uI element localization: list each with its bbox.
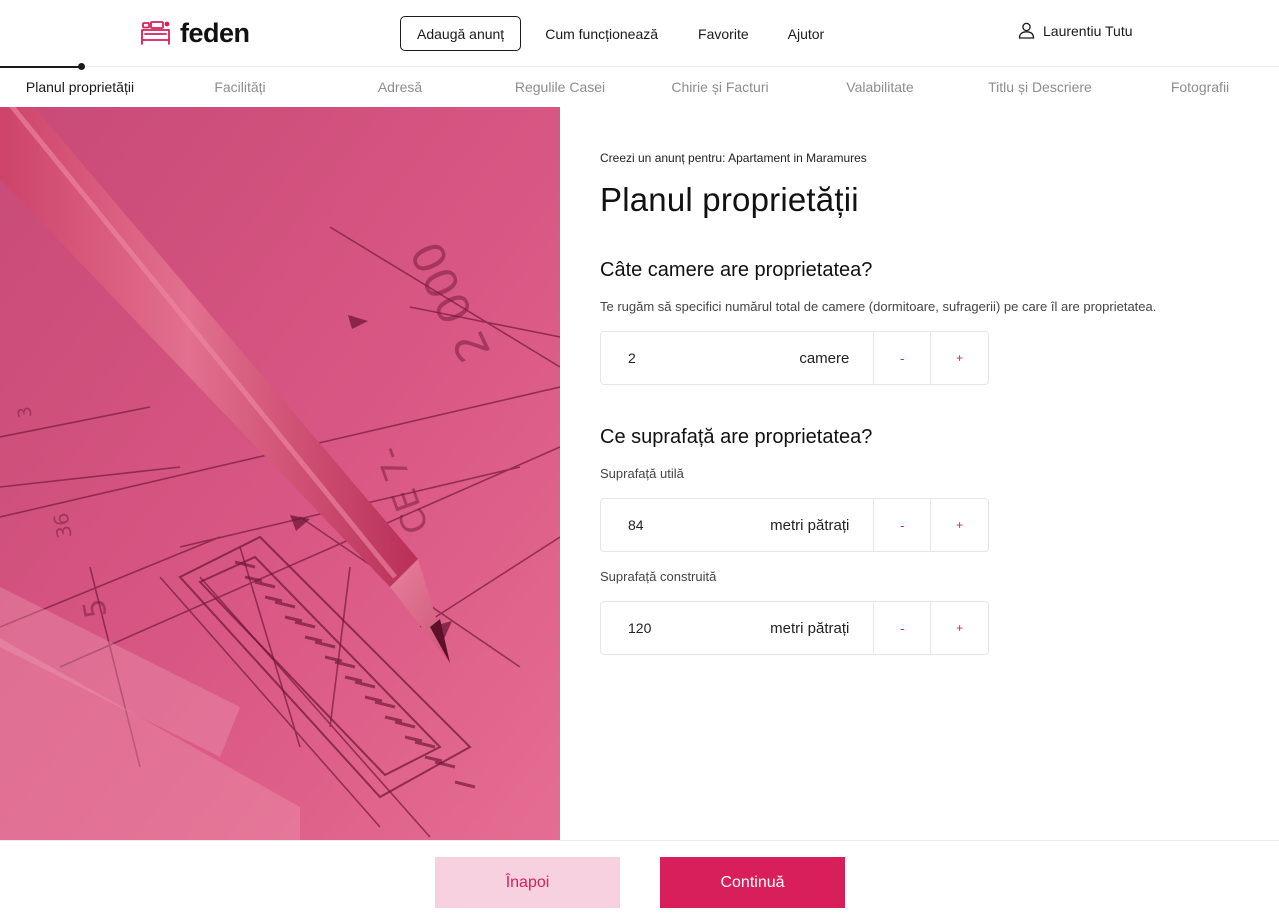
step-title-description[interactable]: Titlu și Descriere — [960, 67, 1120, 107]
blueprint-pencil-illustration: 2 000 CE 7- 5 36 3 — [0, 107, 560, 840]
step-property-plan[interactable]: Planul proprietății — [0, 67, 160, 107]
user-icon — [1018, 22, 1035, 39]
useful-area-stepper: 84 metri pătrați - + — [600, 498, 989, 552]
useful-area-decrement-button[interactable]: - — [874, 499, 932, 551]
logo-text: feden — [180, 18, 250, 48]
step-facilities[interactable]: Facilități — [160, 67, 320, 107]
add-listing-button[interactable]: Adaugă anunț — [400, 16, 522, 51]
useful-area-label: Suprafață utilă — [600, 466, 684, 481]
top-header: feden Adaugă anunț Cum funcționează Favo… — [0, 0, 1279, 67]
built-area-value: 120 — [628, 620, 652, 636]
footer-actions: Înapoi Continuă — [0, 840, 1279, 922]
nav-favorites[interactable]: Favorite — [698, 16, 749, 51]
step-availability[interactable]: Valabilitate — [800, 67, 960, 107]
rooms-value: 2 — [628, 350, 636, 366]
user-name: Laurentiu Tutu — [1043, 22, 1133, 39]
svg-text:36: 36 — [49, 511, 77, 540]
continue-button[interactable]: Continuă — [660, 857, 845, 908]
useful-area-increment-button[interactable]: + — [931, 499, 988, 551]
step-photos[interactable]: Fotografii — [1120, 67, 1279, 107]
rooms-increment-button[interactable]: + — [931, 332, 988, 384]
main-nav: Adaugă anunț Cum funcționează Favorite A… — [400, 16, 824, 51]
step-address[interactable]: Adresă — [320, 67, 480, 107]
page-title: Planul proprietății — [600, 181, 859, 218]
nav-how-it-works[interactable]: Cum funcționează — [545, 16, 658, 51]
built-area-decrement-button[interactable]: - — [874, 602, 932, 654]
bed-icon — [141, 21, 170, 45]
hero-image: 2 000 CE 7- 5 36 3 — [0, 107, 560, 840]
useful-area-unit: metri pătrați — [770, 516, 850, 534]
step-rent-bills[interactable]: Chirie și Facturi — [640, 67, 800, 107]
step-house-rules[interactable]: Regulile Casei — [480, 67, 640, 107]
user-menu[interactable]: Laurentiu Tutu — [1018, 22, 1133, 39]
logo[interactable]: feden — [140, 18, 250, 48]
progress-steps: Planul proprietății Facilități Adresă Re… — [0, 63, 1279, 107]
rooms-unit: camere — [799, 349, 850, 367]
rooms-description: Te rugăm să specifici numărul total de c… — [600, 299, 1157, 314]
rooms-input[interactable]: 2 camere — [601, 332, 875, 384]
useful-area-value: 84 — [628, 517, 644, 533]
built-area-input[interactable]: 120 metri pătrați — [601, 602, 875, 654]
rooms-stepper: 2 camere - + — [600, 331, 989, 385]
built-area-stepper: 120 metri pătrați - + — [600, 601, 989, 655]
nav-help[interactable]: Ajutor — [788, 16, 825, 51]
rooms-question: Câte camere are proprietatea? — [600, 259, 873, 281]
built-area-label: Suprafață construită — [600, 569, 717, 584]
useful-area-input[interactable]: 84 metri pătrați — [601, 499, 875, 551]
listing-context: Creezi un anunț pentru: Apartament in Ma… — [600, 151, 867, 165]
built-area-increment-button[interactable]: + — [931, 602, 988, 654]
back-button[interactable]: Înapoi — [435, 857, 620, 908]
rooms-decrement-button[interactable]: - — [874, 332, 932, 384]
area-question: Ce suprafață are proprietatea? — [600, 426, 873, 448]
built-area-unit: metri pătrați — [770, 619, 850, 637]
